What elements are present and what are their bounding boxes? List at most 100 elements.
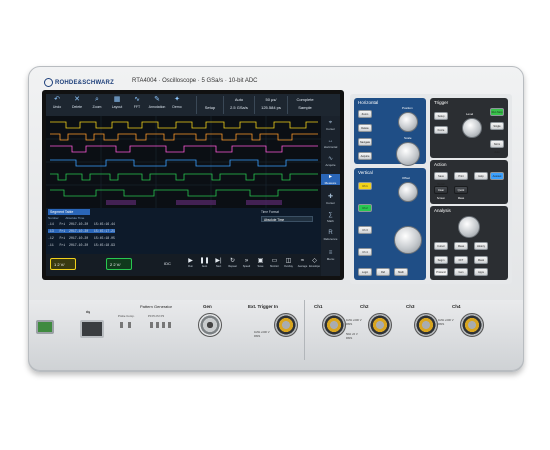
pattern-pin-p0[interactable]: [150, 322, 153, 328]
demo-button[interactable]: ✦ Demo: [168, 96, 186, 109]
auto-button[interactable]: ❚❚ Auto: [198, 257, 211, 268]
segm-key[interactable]: Segm: [434, 256, 448, 264]
table-row[interactable]: -13 Fri 2017-10-20 15:45:17.21: [48, 229, 115, 233]
acquisition-status[interactable]: Complete Sample: [287, 96, 322, 114]
vertical-scale-knob[interactable]: [394, 226, 422, 254]
overlay-button[interactable]: ◫ Overlay: [282, 257, 295, 268]
side-math-button[interactable]: ∑ Math: [321, 212, 340, 223]
print-key[interactable]: Print: [454, 172, 468, 180]
power-button[interactable]: [36, 320, 54, 334]
ch4-key[interactable]: Ch 4: [358, 248, 372, 256]
next-button[interactable]: ▶| Next: [212, 257, 225, 268]
help-key[interactable]: Help: [474, 172, 488, 180]
run-stop-key[interactable]: Run Stop: [490, 108, 504, 116]
trigger-level-knob[interactable]: [462, 118, 482, 138]
run-button[interactable]: ▶ Run: [184, 257, 197, 268]
trigger-setup-key[interactable]: Setup: [434, 112, 448, 120]
fft-key[interactable]: FFT: [454, 256, 468, 264]
side-acquire-button[interactable]: ∿ Acquire: [321, 156, 340, 167]
undo-button[interactable]: ↶ Undo: [48, 96, 66, 109]
trigger-mode-status[interactable]: Auto 2.5 GSa/s: [223, 96, 254, 114]
delete-button[interactable]: ✕ Delete: [68, 96, 86, 109]
pattern-pin-p1[interactable]: [156, 322, 159, 328]
apps-key[interactable]: Apps: [474, 268, 488, 276]
gen-output-connector[interactable]: [198, 313, 222, 337]
zoom-button[interactable]: ⌕ Zoom: [88, 96, 106, 109]
acquire-key[interactable]: Acquire: [358, 152, 372, 160]
ch1-badge[interactable]: 1 2 V/: [50, 258, 76, 270]
single-key[interactable]: Single: [490, 122, 504, 130]
save-button[interactable]: ▣ Save: [254, 257, 267, 268]
norm-auto-key[interactable]: Norm Auto: [490, 140, 504, 154]
delete-key[interactable]: Delete: [358, 124, 372, 132]
probe-comp-label: Probe Comp.: [118, 314, 135, 318]
side-menu-button[interactable]: ≡ Menu: [321, 250, 340, 261]
table-header: Number Absolute Time: [48, 216, 85, 220]
table-row[interactable]: -14 Fri 2017-10-20 15:45:16.44: [48, 222, 115, 226]
table-row[interactable]: -12 Fri 2017-10-20 15:45:18.05: [48, 236, 115, 240]
ch2-badge[interactable]: 2 2 V/: [106, 258, 132, 270]
trace-logic-2: [50, 173, 318, 181]
math-icon: ∑: [328, 212, 333, 218]
math-key[interactable]: Math: [394, 268, 408, 276]
envelope-button[interactable]: ◇ Envelope: [308, 257, 321, 268]
horizontal-scale-knob[interactable]: [396, 142, 420, 166]
quick-meas-key[interactable]: Quick Meas: [454, 186, 468, 200]
ch1-spec-50: 50Ω ≤5 V RMS: [346, 332, 358, 340]
offset-knob[interactable]: [398, 182, 418, 202]
gen-key[interactable]: Gen: [454, 268, 468, 276]
ch3-connector[interactable]: [414, 313, 438, 337]
vertical-block: Vertical Ch 1 Ch 2 Ch 3 Ch 4 Offset Logi…: [354, 168, 426, 280]
pattern-pin-p3[interactable]: [168, 322, 171, 328]
setup-status[interactable]: Setup: [196, 96, 223, 114]
analysis-knob[interactable]: [458, 216, 480, 238]
ch2-connector[interactable]: [368, 313, 392, 337]
side-cursor-button[interactable]: ⌖ Cursor: [321, 120, 340, 131]
side-horizontal-button[interactable]: ↔ Horizontal: [321, 138, 340, 149]
clear-screen-key[interactable]: Clear Screen: [434, 186, 448, 200]
ref-key[interactable]: Ref: [376, 268, 390, 276]
pattern-pin-p2[interactable]: [162, 322, 165, 328]
ext-trigger-connector[interactable]: [274, 313, 298, 337]
probe-comp-pin[interactable]: [120, 322, 123, 328]
navigate-key[interactable]: Navigate: [358, 138, 372, 146]
layout-button[interactable]: ▦ Layout: [108, 96, 126, 109]
meas-key[interactable]: Meas: [454, 242, 468, 250]
cursor-key[interactable]: Cursor: [434, 242, 448, 250]
offset-label: Offset: [402, 176, 410, 180]
ch4-connector[interactable]: [460, 313, 484, 337]
force-key[interactable]: Force: [434, 126, 448, 134]
waveform-area[interactable]: [46, 116, 321, 208]
mask-key[interactable]: Mask: [474, 256, 488, 264]
save-recall-key[interactable]: Save Recall: [434, 172, 448, 186]
menu-icon: ≡: [328, 250, 333, 256]
autoset-key[interactable]: Autoset: [490, 172, 504, 180]
timebase-status[interactable]: 50 µs/125.584 ps: [254, 96, 287, 114]
history-key[interactable]: History: [474, 242, 488, 250]
usb-port[interactable]: [80, 320, 104, 338]
speed-button[interactable]: » Speed: [240, 257, 253, 268]
ch3-label: Ch3: [406, 304, 415, 309]
display-screen: ↶ Undo ✕ Delete ⌕ Zoom ▦ Layout ∿ FFT ✎ Annota…: [46, 94, 340, 276]
logic-key[interactable]: Logic: [358, 268, 372, 276]
repeat-button[interactable]: ↻ Repeat: [226, 257, 239, 268]
ch3-key[interactable]: Ch 3: [358, 226, 372, 234]
position-knob[interactable]: [398, 112, 418, 132]
table-tab[interactable]: Segment Table: [48, 209, 90, 215]
side-reference-button[interactable]: R Reference: [321, 230, 340, 241]
time-format-select[interactable]: Absolute Time: [261, 216, 313, 222]
monitor-button[interactable]: ▭ Monitor: [268, 257, 281, 268]
ch3-spec: 1MΩ ≤300 V RMS: [438, 318, 454, 326]
side-cursor2-button[interactable]: ✚ Cursor: [321, 194, 340, 205]
probe-comp-pin[interactable]: [128, 322, 131, 328]
analysis-title: Analysis: [434, 208, 451, 213]
ch1-connector[interactable]: [322, 313, 346, 337]
ch2-key[interactable]: Ch 2: [358, 204, 372, 212]
ch1-key[interactable]: Ch 1: [358, 182, 372, 190]
table-row[interactable]: -11 Fri 2017-10-20 15:45:18.93: [48, 243, 115, 247]
annotation-button[interactable]: ✎ Annotation: [148, 96, 166, 109]
fft-button[interactable]: ∿ FFT: [128, 96, 146, 109]
zoom-key[interactable]: Zoom: [358, 110, 372, 118]
side-measure-button[interactable]: ▸ Measure: [321, 174, 340, 185]
protocol-key[interactable]: Protocol: [434, 268, 448, 276]
